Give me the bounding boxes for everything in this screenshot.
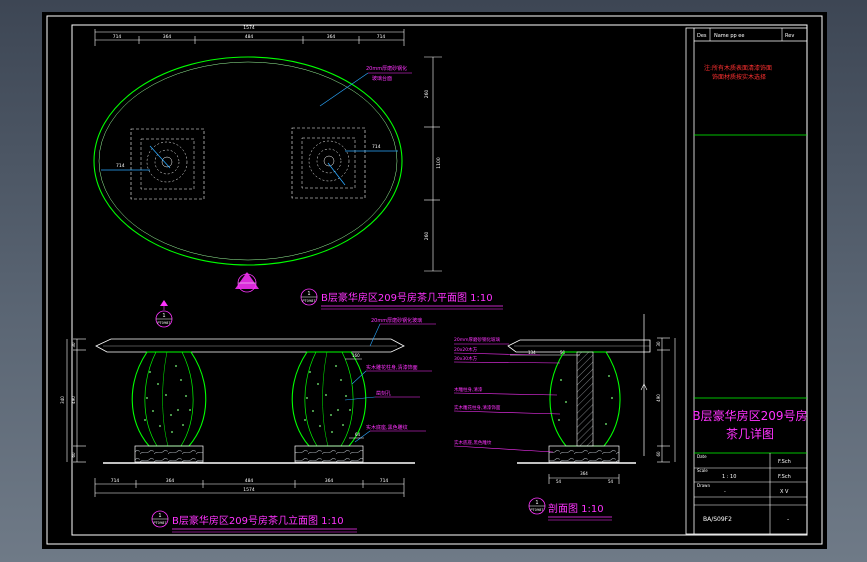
elevation-callout: 实木底座,黑色雕纹 bbox=[366, 424, 408, 431]
plan-right-dim: 260 bbox=[424, 232, 430, 241]
section-right-dim: 490 bbox=[656, 394, 661, 402]
section-callout: 20mm厚磨砂钢化玻璃 bbox=[454, 336, 500, 343]
caption-badge-number: 1 bbox=[535, 500, 538, 506]
drawing-name-line: 茶几详图 bbox=[726, 426, 774, 441]
caption-badge-ref: PT0987 bbox=[153, 521, 166, 525]
plan-caption: 1 PT0987 B层豪华房区209号房茶几平面图 1:10 bbox=[300, 288, 503, 310]
section-view: 30 490 60 134 50 20mm厚磨砂钢化玻璃 20x20木方 30x… bbox=[453, 314, 676, 484]
section-callout: 实木底座,黑色雕纹 bbox=[454, 439, 492, 446]
elevation-bottom-segment: 364 bbox=[166, 478, 175, 484]
plan-left-offset: 714 bbox=[116, 163, 125, 169]
plan-segment-dim: 714 bbox=[377, 34, 386, 40]
elevation-bottom-segment: 484 bbox=[245, 478, 254, 484]
elevation-pedestal-right bbox=[291, 351, 367, 463]
elevation-height-dim: 490 bbox=[71, 396, 76, 404]
sheet-number: BA/S09F2 bbox=[703, 516, 732, 523]
plan-caption-text: B层豪华房区209号房茶几平面图 1:10 bbox=[321, 291, 493, 304]
title-note-line: 饰面材质按实木选择 bbox=[712, 73, 766, 81]
section-bottom-dim: 54 bbox=[608, 479, 614, 484]
elevation-bottom-overall: 1574 bbox=[243, 487, 255, 493]
section-right-dim: 60 bbox=[656, 451, 661, 457]
caption-badge-number: 1 bbox=[158, 513, 161, 519]
plan-segment-dim: 364 bbox=[163, 34, 172, 40]
elevation-badge-ref: PT0987 bbox=[157, 321, 170, 325]
elevation-bottom-segment: 364 bbox=[325, 478, 334, 484]
title-block: Des Name pp ee Rev 注:所有木质表面清漆饰面 饰面材质按实木选… bbox=[685, 27, 808, 535]
elevation-caption-text: B层豪华房区209号房茶几立面图 1:10 bbox=[172, 514, 344, 527]
elevation-callout: 20mm厚磨砂钢化玻璃 bbox=[371, 317, 422, 324]
plan-table-top-inner bbox=[98, 61, 398, 261]
plan-segment-dim: 714 bbox=[113, 34, 122, 40]
caption-badge-ref: PT0987 bbox=[302, 299, 315, 303]
section-caption: 1 PT0987 剖面图 1:10 bbox=[528, 497, 612, 521]
elevation-left-dim: 340 bbox=[60, 396, 65, 404]
plan-table-top-outer bbox=[93, 56, 403, 266]
elevation-bottom-segment: 714 bbox=[111, 478, 120, 484]
elevation-caption: 1 PT0987 B层豪华房区209号房茶几立面图 1:10 bbox=[151, 510, 357, 533]
elevation-height-dim: 60 bbox=[71, 452, 76, 458]
section-base bbox=[548, 445, 620, 463]
title-row-label: Scale bbox=[697, 468, 708, 473]
plan-segment-dim: 364 bbox=[327, 34, 336, 40]
cad-drawing: Des Name pp ee Rev 注:所有木质表面清漆饰面 饰面材质按实木选… bbox=[46, 15, 823, 545]
title-header-cell: Name pp ee bbox=[714, 33, 744, 39]
title-note-line: 注:所有木质表面清漆饰面 bbox=[704, 64, 772, 72]
elevation-small-dim: 160 bbox=[352, 353, 360, 358]
section-bottom-dim: 54 bbox=[556, 479, 562, 484]
title-row-value2: F.Sch bbox=[778, 474, 791, 480]
plan-right-dim: 1100 bbox=[436, 157, 442, 169]
plan-pedestal-left bbox=[130, 128, 205, 200]
elevation-bottom-segment: 714 bbox=[380, 478, 389, 484]
section-callout: 30x30木方 bbox=[454, 355, 478, 362]
elevation-table-top bbox=[95, 338, 405, 353]
caption-badge-ref: PT0987 bbox=[530, 508, 543, 512]
title-row-value2: X V bbox=[780, 489, 789, 495]
elevation-pedestal-left bbox=[131, 351, 207, 463]
title-row-label: Date bbox=[697, 454, 707, 459]
plan-view: 1574 714 364 484 364 714 260 1100 260 71… bbox=[93, 25, 442, 293]
section-bottom-dim: 364 bbox=[580, 471, 588, 476]
drawing-name-line: B层豪华房区209号房 bbox=[692, 408, 807, 423]
caption-badge-number: 1 bbox=[307, 291, 310, 297]
plan-callout-line: 20mm厚磨砂钢化 bbox=[366, 65, 407, 72]
section-callout: 20x20木方 bbox=[454, 346, 478, 353]
elevation-small-dim: 64 bbox=[355, 432, 361, 437]
plan-right-offset: 714 bbox=[372, 144, 381, 150]
elevation-view: 1 PT0987 30 490 60 340 20mm厚磨砂钢化玻璃 实木雕花柱… bbox=[60, 300, 436, 497]
title-header-cell: Rev bbox=[785, 33, 794, 39]
elevation-badge-number: 1 bbox=[162, 313, 165, 319]
section-callout: 实木雕花柱身,清漆饰面 bbox=[454, 404, 501, 411]
elevation-callout: 实木雕花柱身,清漆饰面 bbox=[366, 364, 418, 371]
plan-overall-dim: 1574 bbox=[243, 25, 255, 31]
title-row-value: 1 : 10 bbox=[722, 474, 736, 480]
title-header-cell: Des bbox=[697, 33, 707, 39]
title-row-label: Drawn bbox=[697, 483, 710, 488]
section-caption-text: 剖面图 1:10 bbox=[548, 502, 604, 515]
section-right-dim: 30 bbox=[656, 341, 661, 347]
elevation-callout: 凿刻孔 bbox=[376, 390, 391, 397]
sheet-number-suffix: - bbox=[787, 516, 789, 523]
plan-segment-dim: 484 bbox=[245, 34, 254, 40]
plan-callout-line: 玻璃台面 bbox=[372, 75, 392, 82]
section-top-dim: 134 bbox=[528, 350, 536, 355]
section-callout: 木雕柱身,清漆 bbox=[454, 386, 483, 393]
title-row-value2: F.Sch bbox=[778, 459, 791, 465]
elevation-height-dim: 30 bbox=[71, 342, 76, 348]
outer-border bbox=[46, 15, 823, 545]
plan-right-dim: 260 bbox=[424, 90, 430, 99]
title-row-value: - bbox=[724, 489, 726, 495]
